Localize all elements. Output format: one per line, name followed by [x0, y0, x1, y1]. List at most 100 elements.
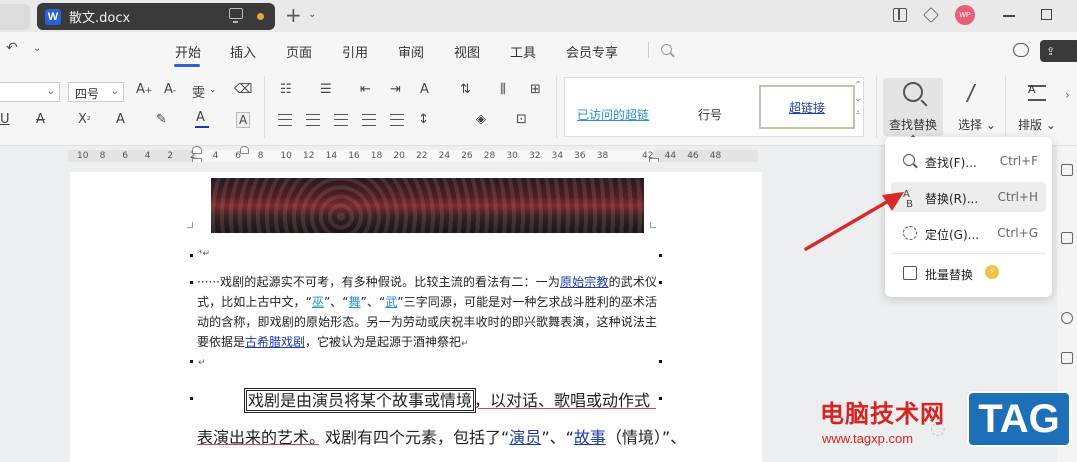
text-direction-icon[interactable]: A — [420, 82, 429, 97]
font-color-icon[interactable]: A — [196, 110, 205, 125]
decrease-indent-icon[interactable]: ⇤ — [360, 82, 371, 97]
style-gallery-scroll[interactable]: ⌃ ⌄ ⩡ — [852, 78, 864, 136]
chevron-down-icon[interactable]: ⌄ — [308, 9, 316, 20]
boxed-text[interactable]: 戏剧是由演员将某个故事或情境 — [243, 388, 477, 413]
number-list-icon[interactable]: ☰ — [320, 82, 332, 97]
sidebar-icon[interactable] — [1061, 164, 1073, 176]
minimize-icon[interactable] — [1003, 15, 1015, 17]
table-border-icon[interactable]: ⊞ — [530, 82, 541, 97]
cursor-icon — [965, 84, 989, 102]
font-size-value: 四号 — [75, 87, 100, 101]
share-button[interactable]: ⇪ — [1040, 40, 1077, 62]
chevron-down-icon[interactable]: ⌄ — [209, 85, 217, 95]
char-shading-icon[interactable]: A — [236, 112, 251, 128]
first-line-indent-marker[interactable] — [192, 146, 202, 154]
watermark-tag-text: TAG — [978, 396, 1060, 441]
font-name-select[interactable]: ⌄ — [0, 82, 60, 102]
para-text: ，它被认为是起源于酒神祭祀 — [305, 335, 462, 349]
cube-icon[interactable] — [923, 7, 939, 23]
align-center-icon[interactable] — [306, 114, 320, 126]
hyperlink-text[interactable]: 演员 — [509, 428, 541, 447]
inline-image[interactable] — [211, 178, 644, 233]
ruler-number: 20 — [393, 151, 405, 161]
para-text: ······戏剧的起源实不可考，有多种假说。比较主流的看法有二：一为 — [197, 275, 560, 289]
style-hyperlink[interactable]: 超链接 — [759, 85, 855, 129]
sidebar-icon[interactable] — [1061, 352, 1073, 364]
line-spacing-icon[interactable]: ↕ — [418, 112, 429, 127]
style-visited-link[interactable]: 已访问的超链 — [577, 106, 649, 123]
previous-tab[interactable] — [0, 4, 30, 30]
chevron-down-icon[interactable]: ⌄ — [33, 43, 41, 54]
highlight-icon[interactable]: ✎ — [156, 112, 167, 127]
bullet-list-icon[interactable]: ☷ — [280, 82, 292, 97]
menu-member[interactable]: 会员专享 — [566, 42, 618, 61]
revision-underline — [197, 444, 319, 445]
sidebar-icon[interactable] — [1061, 312, 1073, 324]
search-icon[interactable] — [661, 44, 672, 55]
sort-icon[interactable]: ⇅ — [460, 82, 471, 97]
hyperlink-text[interactable]: 巫 — [312, 295, 324, 309]
vip-icon: ⚡ — [985, 265, 999, 279]
menu-item-goto[interactable]: 定位(G)... Ctrl+G — [891, 218, 1046, 248]
hyperlink-text[interactable]: 古希腊戏剧 — [245, 335, 305, 349]
menu-item-batch-replace[interactable]: 批量替换 ⚡ — [891, 258, 1046, 288]
eraser-icon[interactable]: ⌫ — [234, 82, 252, 97]
comment-icon[interactable] — [1013, 43, 1029, 57]
monitor-icon[interactable] — [229, 8, 243, 23]
layout-button[interactable]: 排版 ⌄ — [1015, 78, 1059, 136]
watermark-tag-logo: TAG — [967, 391, 1071, 447]
chevron-right-icon[interactable]: › — [1065, 88, 1070, 102]
text-effect-icon[interactable]: A — [116, 112, 125, 127]
para-text: ”、“ — [541, 428, 574, 447]
horizontal-ruler[interactable]: 10 8 6 4 2 2 4 6 8 10 12 14 16 18 20 22 24 26 28 30 32 34 36 38… — [68, 146, 758, 166]
sidebar-icon[interactable] — [1061, 232, 1073, 244]
menu-item-label: 查找(F)... — [925, 156, 977, 170]
menu-insert[interactable]: 插入 — [230, 42, 256, 61]
avatar[interactable]: WP — [955, 5, 975, 25]
align-left-icon[interactable] — [278, 114, 292, 126]
hyperlink-text[interactable]: 武 — [385, 295, 397, 309]
menu-item-replace[interactable]: A B 替换(R)... Ctrl+H — [891, 182, 1046, 212]
back-icon[interactable]: ↶ — [6, 40, 18, 56]
menu-page[interactable]: 页面 — [286, 42, 312, 61]
shortcut-label: Ctrl+G — [997, 226, 1038, 240]
watermark-site-name: 电脑技术网 — [820, 400, 945, 428]
hyperlink-text[interactable]: 故事 — [574, 428, 606, 447]
menu-divider — [648, 42, 649, 58]
shrink-font-icon[interactable]: A- — [164, 82, 176, 97]
border-icon[interactable]: ⊡ — [516, 112, 527, 127]
menu-reference[interactable]: 引用 — [342, 42, 368, 61]
menu-review[interactable]: 审阅 — [398, 42, 424, 61]
underline-icon[interactable]: U — [0, 112, 10, 127]
maximize-icon[interactable] — [1041, 9, 1052, 20]
menu-view[interactable]: 视图 — [454, 42, 480, 61]
select-button[interactable]: 选择 ⌄ — [955, 78, 999, 136]
style-line-number[interactable]: 行号 — [698, 106, 722, 123]
phonetic-icon[interactable]: 雯 — [192, 82, 205, 101]
layout-icon — [1028, 83, 1046, 101]
superscript-icon[interactable]: X² — [78, 112, 91, 127]
menu-tools[interactable]: 工具 — [510, 42, 536, 61]
margin-corner — [650, 222, 656, 228]
plus-icon[interactable]: + — [285, 4, 302, 26]
justify-icon[interactable] — [362, 114, 376, 126]
shading-icon[interactable]: ◈ — [476, 112, 486, 127]
hyperlink-text[interactable]: 舞 — [349, 295, 361, 309]
paragraph-origin[interactable]: ······戏剧的起源实不可考，有多种假说。比较主流的看法有二：一为原始宗教的武… — [197, 272, 657, 354]
hanging-indent-marker[interactable] — [240, 146, 249, 154]
document-tab[interactable]: W 散文.docx — [37, 3, 275, 30]
column-icon[interactable]: ⫼ — [500, 82, 506, 97]
ruler-number: 4 — [212, 151, 219, 161]
hyperlink-text[interactable]: 原始宗教 — [560, 275, 609, 289]
find-replace-button[interactable]: 查找替换 ⌃ — [883, 78, 943, 147]
distribute-icon[interactable] — [390, 114, 404, 126]
increase-indent-icon[interactable]: ⇥ — [390, 82, 401, 97]
side-panel-icon[interactable] — [893, 8, 907, 22]
strikethrough-icon[interactable]: A — [36, 112, 45, 127]
menu-item-find[interactable]: 查找(F)... Ctrl+F — [891, 146, 1046, 176]
align-right-icon[interactable] — [334, 114, 348, 126]
menu-home[interactable]: 开始 — [175, 42, 201, 61]
ruler-number: 22 — [416, 151, 428, 161]
grow-font-icon[interactable]: A+ — [136, 82, 152, 97]
font-size-select[interactable]: 四号 ⌄ — [68, 82, 124, 102]
